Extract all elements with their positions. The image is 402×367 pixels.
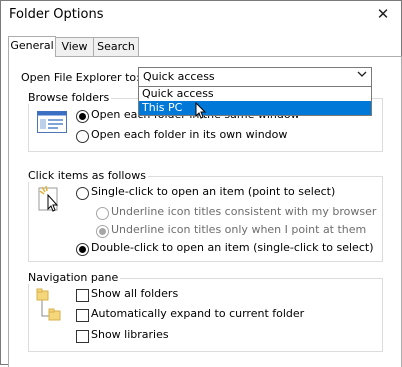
tab-general[interactable]: General [8,36,56,57]
open-explorer-dropdown-list: Quick access This PC [138,86,372,116]
radio-underline-point-label: Underline icon titles only when I point … [111,223,367,236]
folder-tree-icon [36,288,64,327]
tab-search[interactable]: Search [93,37,139,56]
checkbox-show-all-folders-label: Show all folders [91,287,179,300]
combobox-value: Quick access [143,70,215,83]
checkbox-show-all-folders[interactable] [76,289,89,302]
mouse-pointer-icon [195,101,207,123]
navigation-pane-legend: Navigation pane [26,271,121,284]
radio-own-window[interactable] [76,130,89,143]
tab-view[interactable]: View [55,37,94,56]
dropdown-option-quick-access[interactable]: Quick access [139,87,371,101]
chevron-down-icon [357,69,367,82]
radio-double-click-label: Double-click to open an item (single-cli… [91,241,374,254]
checkbox-auto-expand[interactable] [76,309,89,322]
click-items-legend: Click items as follows [26,169,148,182]
radio-same-window[interactable] [76,110,89,123]
radio-underline-point[interactable] [96,225,109,238]
checkbox-show-libraries[interactable] [76,330,89,343]
radio-double-click[interactable] [76,243,89,256]
browse-folders-icon [37,111,67,138]
browse-folders-legend: Browse folders [26,91,112,104]
window-title: Folder Options [9,7,104,22]
radio-underline-browser[interactable] [96,207,109,220]
open-explorer-combobox[interactable]: Quick access [138,67,372,87]
close-button[interactable]: ✕ [371,3,395,25]
radio-single-click[interactable] [76,187,89,200]
close-icon: ✕ [376,5,390,23]
radio-single-click-label: Single-click to open an item (point to s… [91,185,336,198]
checkbox-show-libraries-label: Show libraries [91,328,169,341]
dropdown-option-this-pc[interactable]: This PC [139,101,371,115]
radio-own-window-label: Open each folder in its own window [91,128,288,141]
open-explorer-label: Open File Explorer to: [21,71,140,84]
folder-options-window: Folder Options ✕ General View Search Ope… [0,0,402,367]
radio-underline-browser-label: Underline icon titles consistent with my… [111,205,377,218]
checkbox-auto-expand-label: Automatically expand to current folder [91,307,305,320]
click-pointer-icon [37,185,65,218]
title-bar: Folder Options ✕ [1,1,401,31]
